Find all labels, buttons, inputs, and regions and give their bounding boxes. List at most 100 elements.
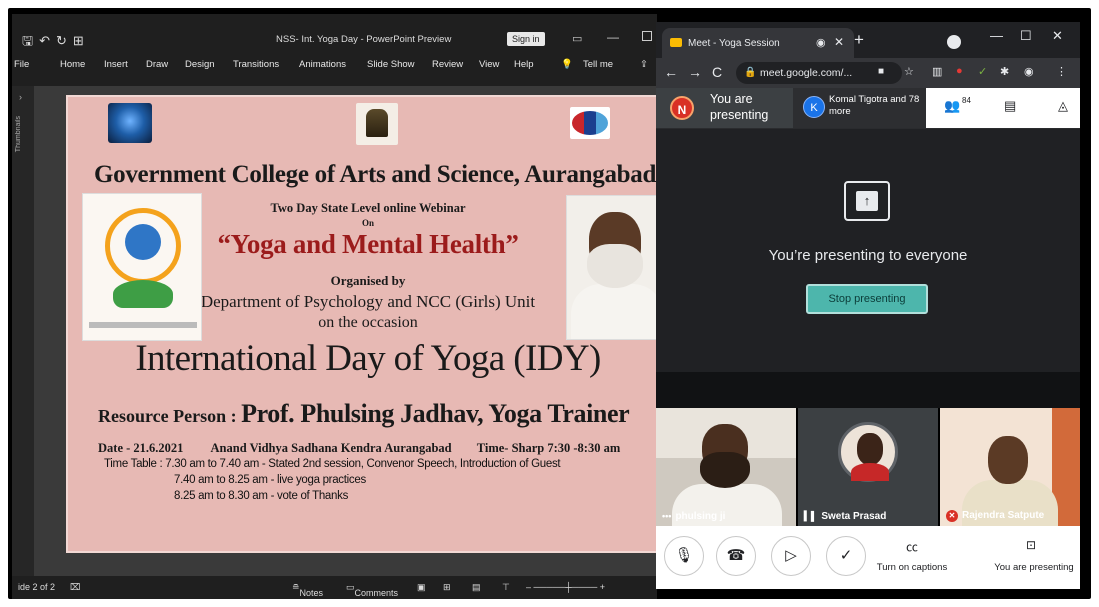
zoom-slider[interactable]: – ─────┼──── + (526, 582, 605, 592)
people-icon[interactable]: 👥 (944, 98, 960, 114)
extension-icon[interactable]: ✓ (978, 65, 987, 78)
puzzle-icon[interactable]: ✱ (1000, 65, 1009, 78)
present-screen-icon: ↑ (844, 181, 890, 221)
webinar-subtitle: Two Day State Level online Webinar (270, 201, 466, 215)
resource-name: Prof. Phulsing Jadhav, Yoga Trainer (241, 399, 630, 428)
slide-canvas: Government College of Arts and Science, … (34, 86, 657, 576)
browser-toolbar: ← → C 🔒 meet.google.com/... ■ ☆ ▥ ● ✓ ✱ … (656, 58, 1080, 88)
present-icon[interactable]: ⊡ (1026, 538, 1036, 552)
address-bar[interactable]: 🔒 meet.google.com/... ■ (736, 62, 902, 84)
timetable-line: 8.25 am to 8.30 am - vote of Thanks (174, 490, 349, 502)
close-tab-icon[interactable]: ✕ (834, 35, 844, 49)
normal-view-icon[interactable]: ▣ (417, 582, 426, 593)
stop-presenting-button[interactable]: Stop presenting (806, 284, 928, 314)
reload-icon[interactable]: C (712, 64, 722, 80)
yoga-day-logo (82, 193, 202, 341)
participant-name: ••• phulsing ji (662, 511, 726, 522)
share-icon[interactable]: ⇪ (640, 59, 648, 70)
maximize-icon[interactable]: ☐ (1020, 28, 1032, 44)
department-name: Department of Psychology and NCC (Girls)… (200, 292, 536, 311)
avatar: K (803, 96, 825, 118)
close-window-icon[interactable]: ✕ (1052, 28, 1063, 44)
notes-button[interactable]: ≘ Notes (292, 582, 323, 598)
captions-icon[interactable]: ㏄ (906, 538, 918, 555)
microphone-button[interactable]: 🎙 (664, 536, 704, 576)
tell-me-search[interactable]: Tell me (583, 59, 613, 70)
presenting-message: You’re presenting to everyone (768, 247, 968, 264)
extension-icon[interactable]: ● (956, 65, 963, 77)
lock-icon[interactable]: 🔒 (744, 67, 756, 78)
slide-counter: ide 2 of 2 (18, 582, 56, 592)
bookmark-star-icon[interactable]: ☆ (904, 65, 914, 78)
tab-help[interactable]: Help (514, 59, 534, 70)
tab-transitions[interactable]: Transitions (233, 59, 279, 70)
browser-tab-strip: Meet - Yoga Session ◉ ✕ + — ☐ ✕ (656, 22, 1080, 58)
reading-view-icon[interactable]: ▤ (472, 582, 481, 593)
chat-icon[interactable]: ▤ (1004, 98, 1016, 114)
resource-person: Resource Person : Prof. Phulsing Jadhav,… (98, 399, 630, 429)
profile-avatar-icon[interactable]: ◉ (1024, 65, 1034, 78)
tab-design[interactable]: Design (185, 59, 215, 70)
audio-level-icon: ▍▌ (804, 511, 818, 521)
tab-draw[interactable]: Draw (146, 59, 168, 70)
slide: Government College of Arts and Science, … (66, 95, 657, 553)
occasion-text: on the occasion (318, 314, 418, 331)
tab-search-icon[interactable] (947, 35, 961, 49)
menu-kebab-icon[interactable]: ⋮ (1056, 65, 1067, 78)
resource-person-photo (566, 195, 657, 340)
comments-button[interactable]: ▭ Comments (346, 582, 398, 598)
new-tab-icon[interactable]: + (854, 30, 864, 50)
you-are-presenting-label[interactable]: You are presenting (988, 562, 1080, 573)
tab-slide-show[interactable]: Slide Show (367, 59, 415, 70)
expand-arrow-icon[interactable]: › (19, 92, 22, 102)
ncc-logo (570, 107, 610, 139)
maximize-icon[interactable] (642, 31, 652, 41)
meet-control-bar: 🎙 ☎ ▷ ✓ ㏄ Turn on captions ⊡ You are pre… (656, 526, 1080, 589)
minimize-icon[interactable]: — (607, 30, 619, 44)
tab-review[interactable]: Review (432, 59, 463, 70)
participant-tiles: ••• phulsing ji ▍▌ Sweta Prasad ✕ Rajendra … (656, 408, 1080, 526)
ppt-status-bar: ide 2 of 2 ⌧ ≘ Notes ▭ Comments ▣ ⊞ ▤ ⊤ – … (12, 576, 657, 598)
extension-icon[interactable]: ▥ (932, 65, 942, 78)
event-date: Date - 21.6.2021 (98, 441, 184, 455)
tab-home[interactable]: Home (60, 59, 85, 70)
raise-hand-button[interactable]: ✓ (826, 536, 866, 576)
tab-title: Meet - Yoga Session (688, 38, 780, 49)
you-presenting-chip[interactable]: N You are presenting (656, 88, 793, 128)
captions-label[interactable]: Turn on captions (872, 562, 952, 573)
tab-file[interactable]: File (14, 59, 29, 70)
forward-icon[interactable]: → (688, 64, 702, 80)
lightbulb-icon: 💡 (561, 59, 573, 70)
hang-up-button[interactable]: ☎ (716, 536, 756, 576)
sign-in-button[interactable]: Sign in (507, 32, 545, 46)
ppt-ribbon-tabs: File Home Insert Draw Design Transitions… (12, 54, 657, 76)
camera-button[interactable]: ▷ (771, 536, 811, 576)
tab-view[interactable]: View (479, 59, 499, 70)
event-title: International Day of Yoga (IDY) (135, 338, 601, 379)
meet-top-icons: 👥 84 ▤ ◬ (926, 88, 1080, 128)
back-icon[interactable]: ← (664, 64, 678, 80)
meet-favicon-icon (670, 38, 682, 47)
accessibility-icon[interactable]: ⌧ (70, 582, 80, 593)
thumbnails-pane[interactable]: › Thumbnails (12, 86, 34, 576)
ribbon-display-icon[interactable]: ▭ (572, 32, 582, 45)
participant-tile[interactable]: ▍▌ Sweta Prasad (798, 408, 938, 526)
participant-name: ▍▌ Sweta Prasad (804, 511, 887, 522)
browser-tab[interactable]: Meet - Yoga Session ◉ ✕ (662, 28, 854, 58)
activities-icon[interactable]: ◬ (1058, 98, 1068, 114)
you-presenting-label: You are presenting (710, 92, 769, 122)
stage-divider (656, 372, 1080, 408)
participant-tile[interactable]: ••• phulsing ji (656, 408, 796, 526)
more-dots-icon: ••• (662, 511, 672, 521)
organised-by: Organised by (330, 273, 406, 288)
meet-browser-window: Meet - Yoga Session ◉ ✕ + — ☐ ✕ ← → C 🔒 … (656, 22, 1080, 589)
camera-in-use-icon[interactable]: ■ (878, 66, 884, 77)
tab-insert[interactable]: Insert (104, 59, 128, 70)
slide-sorter-icon[interactable]: ⊞ (443, 582, 451, 593)
slideshow-icon[interactable]: ⊤ (502, 582, 510, 593)
participant-tile[interactable]: ✕ Rajendra Satpute (940, 408, 1080, 526)
participant-chip[interactable]: K Komal Tigotra and 78 more (793, 88, 926, 128)
quick-access-toolbar[interactable]: 🖫↶↻⊞ (22, 32, 90, 54)
tab-animations[interactable]: Animations (299, 59, 346, 70)
minimize-icon[interactable]: — (990, 28, 1003, 43)
